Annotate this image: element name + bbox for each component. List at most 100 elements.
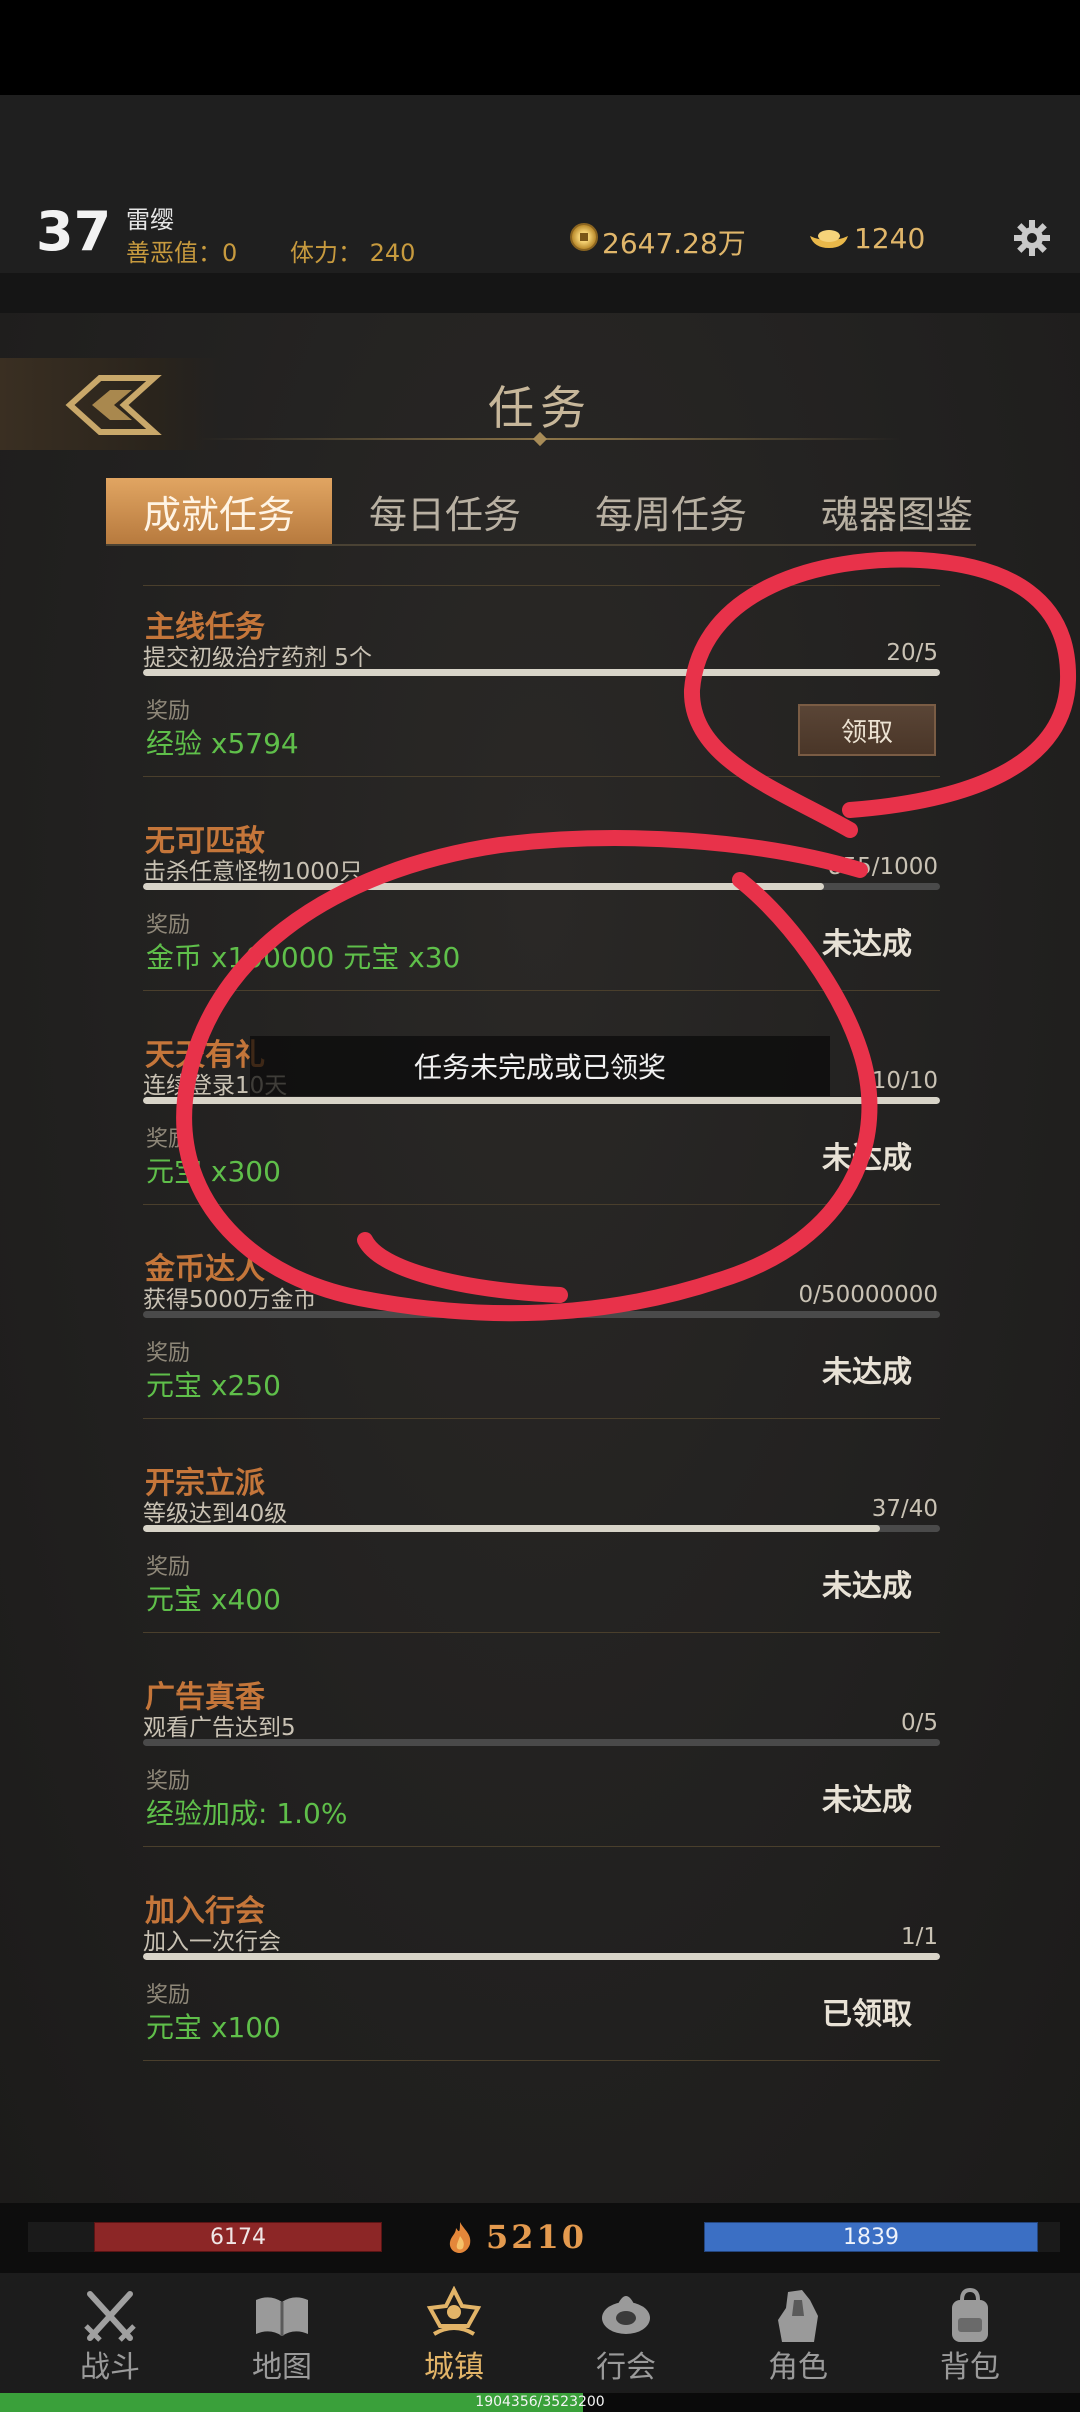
reward-label: 奖励	[146, 1769, 191, 1794]
nav-label: 背包	[940, 2350, 1000, 2385]
flame-icon	[449, 2222, 471, 2253]
quest-progress-text: 10/10	[871, 1068, 938, 1094]
xp-text: 1904356/3523200	[475, 2394, 605, 2410]
reward-label: 奖励	[146, 913, 191, 938]
reward-value: 元宝 x250	[146, 1369, 281, 1402]
hp-bar: 6174	[94, 2222, 382, 2252]
tab-weekly[interactable]: 每周任务	[558, 478, 784, 544]
character-icon	[778, 2290, 818, 2342]
quest-status: 已领取	[822, 1997, 912, 2032]
combat-power: 5210	[486, 2218, 588, 2256]
reward-value: 经验 x5794	[146, 727, 299, 760]
tabs-underline	[106, 544, 976, 546]
nav-town[interactable]: 城镇	[394, 2286, 514, 2386]
reward-label: 奖励	[146, 1555, 191, 1580]
reward-value: 金币 x100000 元宝 x30	[146, 941, 461, 974]
quest-progress-fill	[143, 669, 940, 676]
karma-value: 善恶值：0	[126, 239, 238, 267]
gold-amount: 2647.28万	[602, 227, 746, 260]
quest-progress-fill	[143, 1953, 940, 1960]
stamina-value: 体力： 240	[290, 239, 416, 267]
ingot-amount: 1240	[854, 222, 926, 255]
tab-soul-codex[interactable]: 魂器图鉴	[784, 478, 1010, 544]
quest-progress-text: 37/40	[871, 1496, 938, 1522]
quest-progress-bar	[143, 1953, 940, 1960]
reward-label: 奖励	[146, 1341, 191, 1366]
row-separator	[143, 585, 940, 586]
quest-row: 开宗立派 等级达到40级 37/40 奖励 元宝 x400 未达成	[143, 1441, 940, 1655]
quest-status: 未达成	[822, 1783, 912, 1818]
toast-message: 任务未完成或已领奖	[250, 1036, 830, 1096]
mp-bar-bg	[1038, 2222, 1060, 2252]
quest-progress-text: 1/1	[900, 1924, 938, 1950]
row-separator	[143, 1418, 940, 1419]
crossed-swords-icon	[84, 2291, 136, 2342]
quest-progress-text: 855/1000	[827, 854, 938, 880]
quest-description: 提交初级治疗药剂 5个	[143, 645, 372, 671]
claim-button[interactable]: 领取	[798, 704, 936, 756]
nav-label: 地图	[252, 2350, 312, 2385]
town-crown-icon	[426, 2286, 482, 2336]
row-separator	[143, 776, 940, 777]
nav-backpack[interactable]: 背包	[910, 2286, 1030, 2386]
reward-label: 奖励	[146, 1983, 191, 2008]
row-separator	[143, 1632, 940, 1633]
reward-value: 元宝 x400	[146, 1583, 281, 1616]
reward-value: 元宝 x100	[146, 2011, 281, 2044]
quest-progress-fill	[143, 1525, 881, 1532]
quest-progress-text: 0/5	[900, 1710, 938, 1736]
quest-tabs: 成就任务 每日任务 每周任务 魂器图鉴	[106, 478, 976, 544]
player-name: 雷缨	[126, 206, 174, 234]
status-bar	[0, 0, 1080, 95]
quest-description: 获得5000万金币	[143, 1287, 317, 1313]
nav-guild[interactable]: 行会	[566, 2286, 686, 2386]
header-divider	[0, 273, 1080, 313]
nav-label: 城镇	[424, 2350, 484, 2385]
tab-achievement[interactable]: 成就任务	[106, 478, 332, 544]
quest-description: 击杀任意怪物1000只	[143, 859, 363, 885]
quest-description: 观看广告达到5	[143, 1715, 296, 1741]
nav-label: 战斗	[80, 2350, 140, 2385]
quest-progress-bar	[143, 1097, 940, 1104]
row-separator	[143, 2060, 940, 2061]
quest-progress-text: 0/50000000	[798, 1282, 938, 1308]
title-underline	[200, 438, 900, 440]
reward-value: 经验加成: 1.0%	[146, 1797, 348, 1830]
quest-progress-bar	[143, 1739, 940, 1746]
quest-progress-fill	[143, 883, 825, 890]
quest-progress-bar	[143, 669, 940, 676]
quest-description: 加入一次行会	[143, 1929, 281, 1955]
hp-bar-bg	[28, 2222, 94, 2252]
backpack-icon	[952, 2287, 988, 2342]
reward-label: 奖励	[146, 699, 191, 724]
book-map-icon	[256, 2297, 308, 2336]
reward-value: 元宝 x300	[146, 1155, 281, 1188]
tab-daily[interactable]: 每日任务	[332, 478, 558, 544]
quest-progress-bar	[143, 883, 940, 890]
quest-status: 未达成	[822, 1569, 912, 1604]
quest-status: 未达成	[822, 1141, 912, 1176]
reward-label: 奖励	[146, 1127, 191, 1152]
nav-character[interactable]: 角色	[738, 2286, 858, 2386]
quest-progress-text: 20/5	[886, 640, 938, 666]
quest-progress-bar	[143, 1311, 940, 1318]
gold-coin-icon	[570, 223, 598, 251]
quest-row: 无可匹敌 击杀任意怪物1000只 855/1000 奖励 金币 x100000 …	[143, 799, 940, 1013]
quest-row: 广告真香 观看广告达到5 0/5 奖励 经验加成: 1.0% 未达成	[143, 1655, 940, 1869]
quest-row: 金币达人 获得5000万金币 0/50000000 奖励 元宝 x250 未达成	[143, 1227, 940, 1441]
settings-gear-icon[interactable]	[1012, 218, 1052, 258]
quest-progress-fill	[143, 1097, 940, 1104]
quest-row: 加入行会 加入一次行会 1/1 奖励 元宝 x100 已领取	[143, 1869, 940, 2083]
nav-battle[interactable]: 战斗	[50, 2286, 170, 2386]
nav-map[interactable]: 地图	[222, 2286, 342, 2386]
nav-label: 角色	[768, 2350, 828, 2385]
quest-description: 等级达到40级	[143, 1501, 288, 1527]
quest-progress-bar	[143, 1525, 940, 1532]
quest-status: 未达成	[822, 927, 912, 962]
guild-emblem-icon	[602, 2296, 650, 2334]
row-separator	[143, 990, 940, 991]
ingot-icon	[810, 230, 848, 248]
panel-title: 任务	[488, 381, 592, 435]
nav-label: 行会	[596, 2350, 656, 2385]
quest-status: 未达成	[822, 1355, 912, 1390]
